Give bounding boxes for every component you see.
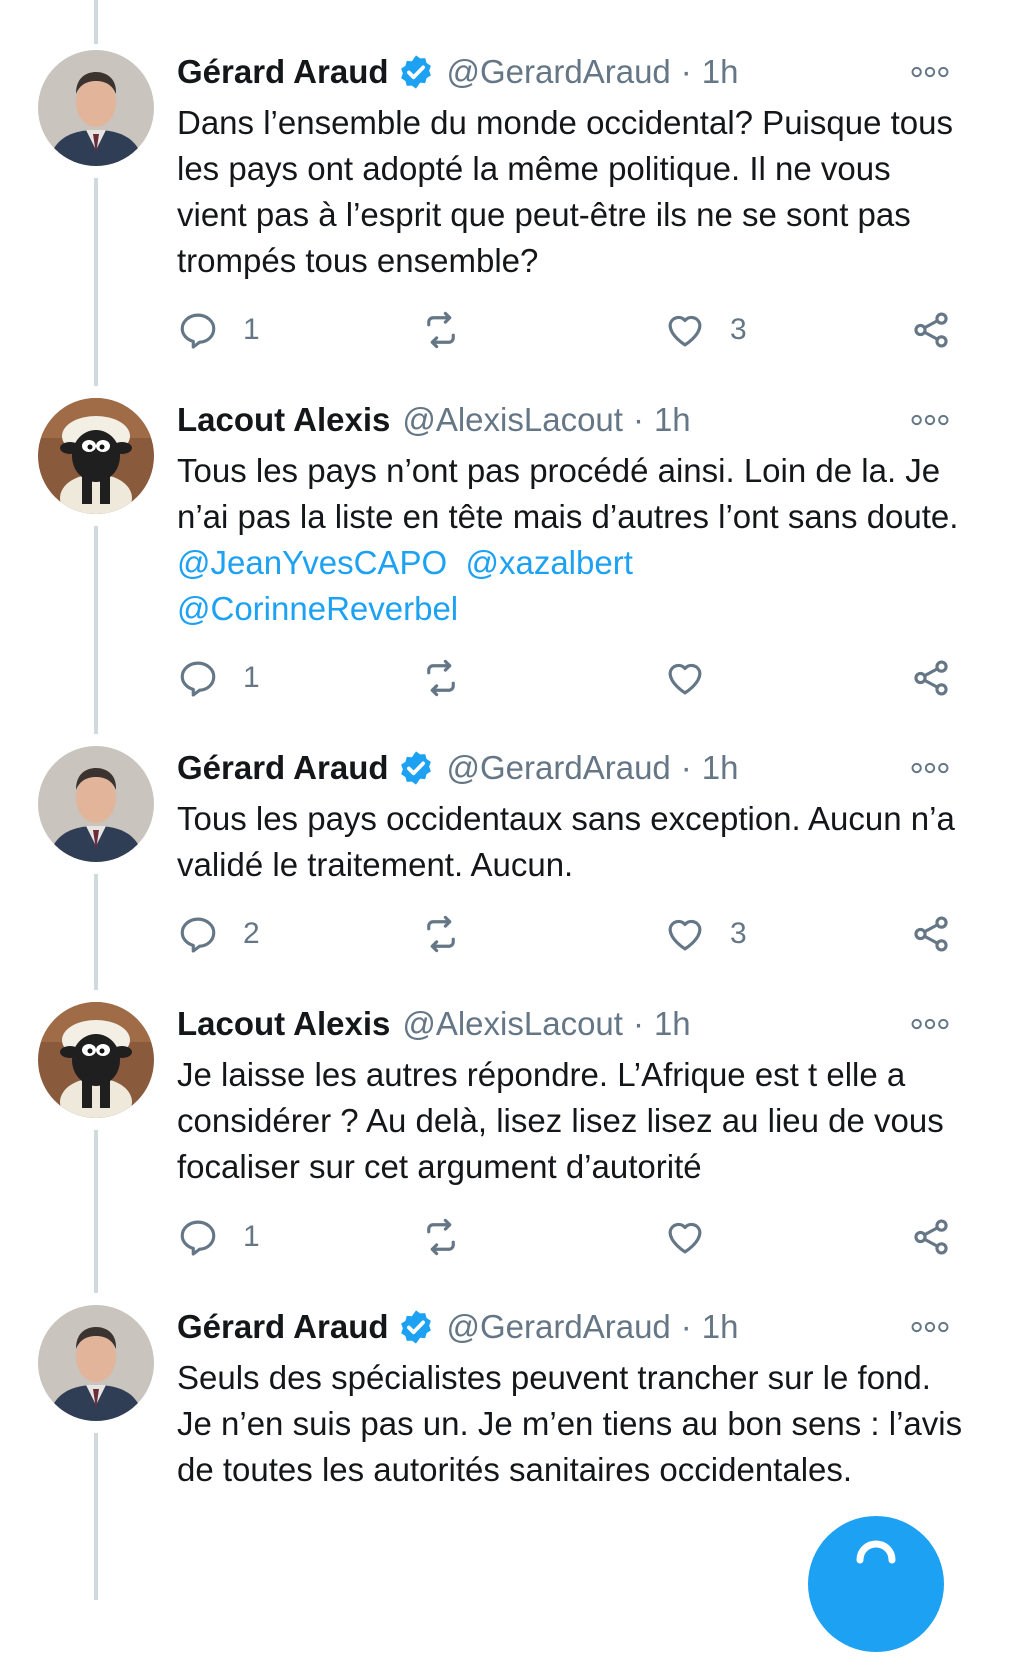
retweet-button[interactable] <box>420 1212 486 1262</box>
author-name[interactable]: Lacout Alexis <box>177 1005 390 1043</box>
more-options-icon[interactable] <box>906 50 954 94</box>
separator: · <box>680 749 692 786</box>
author-name[interactable]: Gérard Araud <box>177 749 389 787</box>
tweet-actions: 1 3 <box>0 305 1009 355</box>
author-name[interactable]: Gérard Araud <box>177 1308 389 1346</box>
more-options-icon[interactable] <box>906 746 954 790</box>
like-button[interactable] <box>664 653 730 703</box>
reply-icon <box>180 1220 216 1256</box>
timestamp[interactable]: 1h <box>654 401 691 439</box>
avatar[interactable] <box>38 398 154 514</box>
more-options-icon[interactable] <box>906 1002 954 1046</box>
heart-icon <box>668 1222 702 1254</box>
sheep-avatar-image <box>38 398 154 514</box>
like-button[interactable]: 3 <box>664 909 747 959</box>
avatar[interactable] <box>38 1305 154 1421</box>
compose-fab[interactable] <box>808 1516 944 1652</box>
heart-icon <box>668 919 702 951</box>
tweet-header: Gérard Araud @GerardAraud · 1h <box>177 746 739 790</box>
share-button[interactable] <box>910 305 952 355</box>
retweet-button[interactable] <box>420 909 486 959</box>
retweet-button[interactable] <box>420 305 486 355</box>
author-handle[interactable]: @GerardAraud <box>447 53 671 91</box>
like-count: 3 <box>730 917 747 950</box>
share-button[interactable] <box>910 1212 952 1262</box>
tweet-text: Tous les pays n’ont pas procédé ainsi. L… <box>177 448 967 632</box>
author-handle[interactable]: @GerardAraud <box>447 1308 671 1346</box>
timestamp[interactable]: 1h <box>654 1005 691 1043</box>
tweet-text: Tous les pays occidentaux sans exception… <box>177 800 964 883</box>
verified-badge-icon <box>397 53 435 91</box>
tweet-text: Seuls des spécialistes peuvent trancher … <box>177 1359 972 1488</box>
timestamp[interactable]: 1h <box>702 1308 739 1346</box>
tweet-header: Lacout Alexis @AlexisLacout · 1h <box>177 1002 691 1046</box>
avatar[interactable] <box>38 746 154 862</box>
avatar[interactable] <box>38 1002 154 1118</box>
mention-link[interactable]: @CorinneReverbel <box>177 590 458 627</box>
tweet-text: Je laisse les autres répondre. L’Afrique… <box>177 1056 953 1185</box>
timestamp[interactable]: 1h <box>702 53 739 91</box>
tweet-text: Dans l’ensemble du monde occidental? Pui… <box>177 104 963 279</box>
reply-count: 2 <box>243 917 260 950</box>
mention-link[interactable]: @JeanYvesCAPO <box>177 544 447 581</box>
sheep-avatar-image <box>38 1002 154 1118</box>
reply-icon <box>180 661 216 697</box>
timestamp[interactable]: 1h <box>702 749 739 787</box>
reply-count: 1 <box>243 1220 260 1253</box>
heart-icon <box>668 315 702 347</box>
tweet-actions: 1 <box>0 653 1009 703</box>
thread-line <box>94 0 98 44</box>
reply-button[interactable]: 2 <box>177 909 260 959</box>
reply-icon <box>180 313 216 349</box>
man-avatar-image <box>38 1305 154 1421</box>
retweet-icon <box>427 311 455 349</box>
separator: · <box>632 401 644 438</box>
thread-line <box>94 1433 98 1600</box>
tweet-header: Gérard Araud @GerardAraud · 1h <box>177 1305 739 1349</box>
retweet-icon <box>427 659 455 697</box>
retweet-icon <box>427 1218 455 1256</box>
verified-badge-icon <box>397 749 435 787</box>
like-count: 3 <box>730 313 747 346</box>
reply-button[interactable]: 1 <box>177 1212 260 1262</box>
avatar[interactable] <box>38 50 154 166</box>
mention-link[interactable]: @xazalbert <box>465 544 632 581</box>
share-button[interactable] <box>910 909 952 959</box>
author-handle[interactable]: @AlexisLacout <box>402 401 623 439</box>
author-name[interactable]: Gérard Araud <box>177 53 389 91</box>
share-icon <box>914 660 948 696</box>
tweet-header: Gérard Araud @GerardAraud · 1h <box>177 50 739 94</box>
reply-count: 1 <box>243 313 260 346</box>
reply-button[interactable]: 1 <box>177 305 260 355</box>
retweet-icon <box>427 915 455 953</box>
verified-badge-icon <box>397 1308 435 1346</box>
share-button[interactable] <box>910 653 952 703</box>
share-icon <box>914 1219 948 1255</box>
share-icon <box>914 916 948 952</box>
reply-icon <box>180 917 216 953</box>
tweet-body: Tous les pays n’ont pas procédé ainsi. L… <box>177 452 959 535</box>
tweet-header: Lacout Alexis @AlexisLacout · 1h <box>177 398 691 442</box>
man-avatar-image <box>38 746 154 862</box>
more-options-icon[interactable] <box>906 398 954 442</box>
tweet-actions: 1 <box>0 1212 1009 1262</box>
author-handle[interactable]: @GerardAraud <box>447 749 671 787</box>
separator: · <box>680 53 692 90</box>
like-button[interactable] <box>664 1212 730 1262</box>
more-options-icon[interactable] <box>906 1305 954 1349</box>
share-icon <box>914 312 948 348</box>
compose-icon <box>856 1540 896 1564</box>
like-button[interactable]: 3 <box>664 305 747 355</box>
tweet-actions: 2 3 <box>0 909 1009 959</box>
separator: · <box>632 1005 644 1042</box>
man-avatar-image <box>38 50 154 166</box>
author-name[interactable]: Lacout Alexis <box>177 401 390 439</box>
reply-button[interactable]: 1 <box>177 653 260 703</box>
heart-icon <box>668 663 702 695</box>
author-handle[interactable]: @AlexisLacout <box>402 1005 623 1043</box>
separator: · <box>680 1308 692 1345</box>
reply-count: 1 <box>243 661 260 694</box>
retweet-button[interactable] <box>420 653 486 703</box>
